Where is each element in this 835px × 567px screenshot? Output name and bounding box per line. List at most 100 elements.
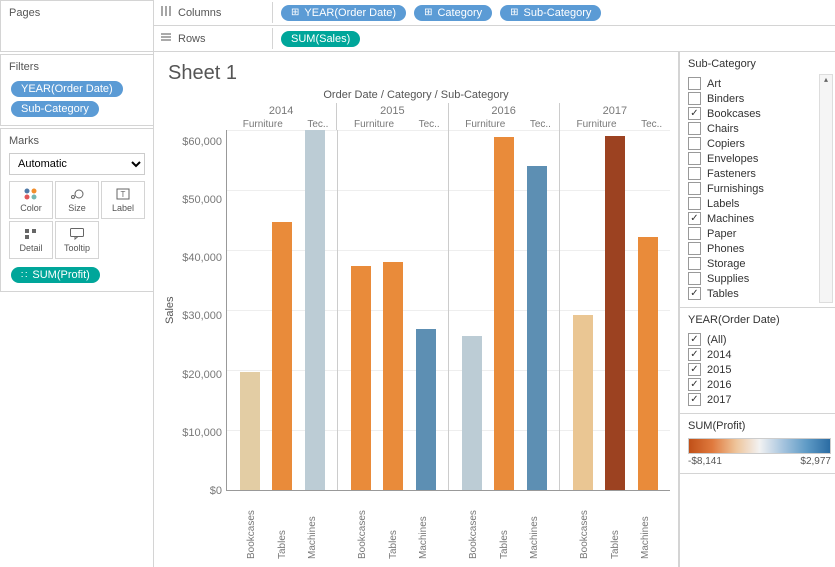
- filter-checkbox-row[interactable]: Furnishings: [688, 181, 831, 196]
- columns-shelf[interactable]: Columns ⊞YEAR(Order Date)⊞Category⊞Sub-C…: [154, 0, 835, 26]
- bar[interactable]: [494, 137, 514, 490]
- bar[interactable]: [462, 336, 482, 490]
- checkbox-label: Envelopes: [707, 153, 758, 165]
- bar[interactable]: [573, 315, 593, 490]
- bar[interactable]: [605, 136, 625, 490]
- bar[interactable]: [272, 222, 292, 490]
- filter-checkbox-row[interactable]: Chairs: [688, 121, 831, 136]
- checkbox[interactable]: [688, 182, 701, 195]
- mark-size-button[interactable]: Size: [55, 181, 99, 219]
- checkbox[interactable]: [688, 393, 701, 406]
- filter-pill[interactable]: Sub-Category: [11, 101, 99, 117]
- checkbox-label: Supplies: [707, 273, 749, 285]
- filters-shelf[interactable]: Filters YEAR(Order Date)Sub-Category: [0, 54, 154, 126]
- bar[interactable]: [305, 130, 325, 490]
- checkbox[interactable]: [688, 333, 701, 346]
- rows-label: Rows: [178, 33, 206, 45]
- legend-max: $2,977: [800, 456, 831, 467]
- filter-checkbox-row[interactable]: (All): [688, 332, 831, 347]
- legend-title: SUM(Profit): [688, 420, 831, 432]
- checkbox[interactable]: [688, 107, 701, 120]
- marks-type-select[interactable]: Automatic: [9, 153, 145, 175]
- bar[interactable]: [240, 372, 260, 490]
- checkbox-label: Chairs: [707, 123, 739, 135]
- filter-checkbox-row[interactable]: Bookcases: [688, 106, 831, 121]
- bar[interactable]: [351, 266, 371, 490]
- checkbox[interactable]: [688, 167, 701, 180]
- checkbox[interactable]: [688, 257, 701, 270]
- bar[interactable]: [527, 166, 547, 490]
- chart-axis-title: Order Date / Category / Sub-Category: [162, 89, 670, 101]
- checkbox-label: Storage: [707, 258, 746, 270]
- checkbox[interactable]: [688, 348, 701, 361]
- checkbox-label: 2015: [707, 364, 731, 376]
- x-tick-label: Tables: [388, 491, 399, 563]
- checkbox[interactable]: [688, 92, 701, 105]
- bar[interactable]: [638, 237, 658, 490]
- filter-checkbox-row[interactable]: Machines: [688, 211, 831, 226]
- year-header: 2014FurnitureTec..: [226, 103, 336, 130]
- scrollbar[interactable]: ▴: [819, 74, 833, 303]
- y-tick: $50,000: [182, 194, 222, 206]
- checkbox-label: Furnishings: [707, 183, 764, 195]
- bar[interactable]: [416, 329, 436, 490]
- mark-tooltip-button[interactable]: Tooltip: [55, 221, 99, 259]
- checkbox[interactable]: [688, 363, 701, 376]
- filter-checkbox-row[interactable]: 2016: [688, 377, 831, 392]
- checkbox[interactable]: [688, 212, 701, 225]
- x-tick-label: Bookcases: [468, 491, 479, 563]
- legend-gradient: [688, 438, 831, 454]
- filter-checkbox-row[interactable]: 2017: [688, 392, 831, 407]
- marks-pill[interactable]: ∷ SUM(Profit): [11, 267, 100, 283]
- mark-detail-button[interactable]: Detail: [9, 221, 53, 259]
- checkbox[interactable]: [688, 122, 701, 135]
- filter-checkbox-row[interactable]: Storage: [688, 256, 831, 271]
- filter-checkbox-row[interactable]: Binders: [688, 91, 831, 106]
- checkbox[interactable]: [688, 242, 701, 255]
- column-pill[interactable]: ⊞Sub-Category: [500, 5, 601, 21]
- checkbox[interactable]: [688, 378, 701, 391]
- filter-checkbox-row[interactable]: Labels: [688, 196, 831, 211]
- subcategory-filter[interactable]: Sub-Category ArtBindersBookcases Chairs Co…: [680, 52, 835, 308]
- checkbox[interactable]: [688, 77, 701, 90]
- y-tick: $0: [210, 485, 222, 497]
- marks-card[interactable]: Marks Automatic ColorSizeTLabelDetailToo…: [0, 128, 154, 292]
- checkbox[interactable]: [688, 137, 701, 150]
- filter-pill[interactable]: YEAR(Order Date): [11, 81, 123, 97]
- mark-color-button[interactable]: Color: [9, 181, 53, 219]
- filter-checkbox-row[interactable]: Art: [688, 76, 831, 91]
- filter-checkbox-row[interactable]: Paper: [688, 226, 831, 241]
- filter-checkbox-row[interactable]: 2014: [688, 347, 831, 362]
- filter-checkbox-row[interactable]: Copiers: [688, 136, 831, 151]
- y-tick: $40,000: [182, 252, 222, 264]
- subcategory-filter-title: Sub-Category: [688, 58, 831, 70]
- color-legend[interactable]: SUM(Profit) -$8,141 $2,977: [680, 414, 835, 474]
- bar[interactable]: [383, 262, 403, 490]
- checkbox-label: 2016: [707, 379, 731, 391]
- row-pill[interactable]: SUM(Sales): [281, 31, 360, 47]
- x-tick-label: Machines: [418, 491, 429, 563]
- checkbox-label: Tables: [707, 288, 739, 300]
- year-filter[interactable]: YEAR(Order Date) (All)2014201520162017: [680, 308, 835, 414]
- checkbox-label: Copiers: [707, 138, 745, 150]
- x-tick-label: Bookcases: [357, 491, 368, 563]
- checkbox[interactable]: [688, 152, 701, 165]
- mark-label-button[interactable]: TLabel: [101, 181, 145, 219]
- year-header: 2015FurnitureTec..: [336, 103, 447, 130]
- pages-shelf[interactable]: Pages: [0, 0, 154, 52]
- checkbox[interactable]: [688, 197, 701, 210]
- filter-checkbox-row[interactable]: Fasteners: [688, 166, 831, 181]
- checkbox[interactable]: [688, 227, 701, 240]
- filter-checkbox-row[interactable]: Tables: [688, 286, 831, 301]
- rows-shelf[interactable]: Rows SUM(Sales): [154, 26, 835, 52]
- filter-checkbox-row[interactable]: Supplies: [688, 271, 831, 286]
- sheet-title[interactable]: Sheet 1: [162, 62, 670, 85]
- checkbox[interactable]: [688, 287, 701, 300]
- filter-checkbox-row[interactable]: 2015: [688, 362, 831, 377]
- filter-checkbox-row[interactable]: Phones: [688, 241, 831, 256]
- column-pill[interactable]: ⊞Category: [414, 5, 492, 21]
- column-pill[interactable]: ⊞YEAR(Order Date): [281, 5, 406, 21]
- checkbox[interactable]: [688, 272, 701, 285]
- filter-checkbox-row[interactable]: Envelopes: [688, 151, 831, 166]
- svg-text:T: T: [121, 190, 126, 199]
